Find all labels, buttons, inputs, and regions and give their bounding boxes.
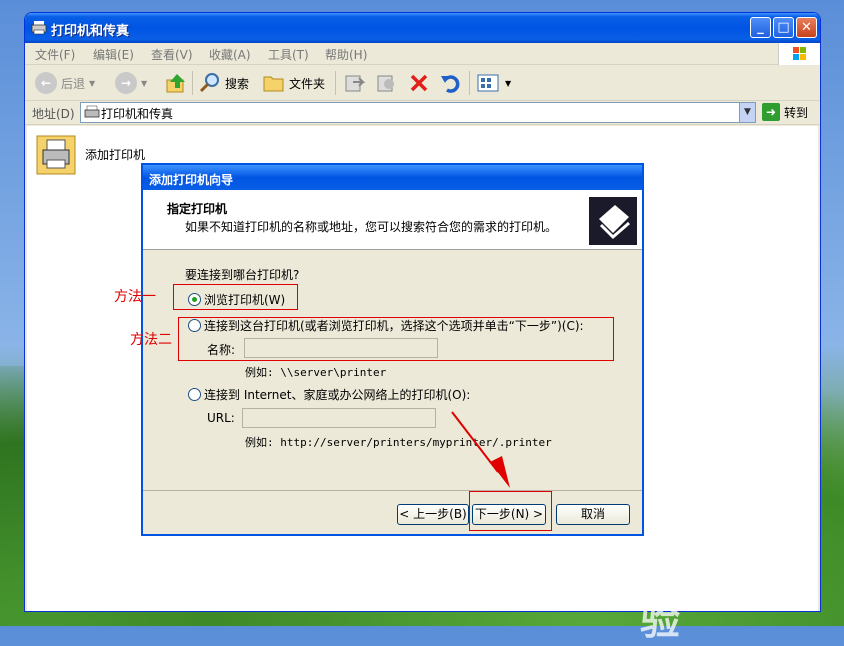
annotation-box-next	[469, 491, 552, 531]
copy-to-button[interactable]	[375, 71, 397, 95]
printer-icon	[84, 105, 100, 118]
folders-button[interactable]: 文件夹	[263, 71, 325, 95]
go-button[interactable]: ➜ 转到	[762, 103, 808, 121]
chevron-down-icon: ▼	[89, 78, 96, 88]
back-button[interactable]: ← 后退 ▼	[35, 71, 95, 95]
chevron-down-icon: ▼	[141, 78, 148, 88]
delete-icon	[410, 74, 428, 92]
up-folder-button[interactable]	[165, 71, 187, 95]
annotation-box-method2	[178, 317, 614, 361]
annotation-arrow-icon	[451, 411, 510, 488]
close-button[interactable]: ✕	[796, 17, 817, 38]
toolbar: ← 后退 ▼ → ▼ 搜索 文件夹 ▼	[25, 65, 820, 101]
window-title: 打印机和传真	[51, 24, 130, 39]
address-label: 地址(D)	[32, 107, 75, 121]
go-arrow-icon: ➜	[762, 103, 780, 121]
back-arrow-icon: ←	[35, 72, 57, 94]
search-button[interactable]: 搜索	[199, 71, 249, 95]
menu-favorites[interactable]: 收藏(A)	[209, 46, 251, 63]
add-printer-icon	[36, 135, 76, 175]
add-printer-label: 添加打印机	[85, 147, 146, 162]
printer-icon	[31, 21, 47, 35]
dialog-footer: < 上一步(B) 下一步(N) > 取消	[143, 490, 642, 534]
radio-internet-printer[interactable]	[188, 388, 201, 401]
forward-arrow-icon: →	[115, 72, 137, 94]
go-label: 转到	[784, 105, 809, 120]
back-button[interactable]: < 上一步(B)	[397, 504, 469, 525]
name-example: 例如: \\server\printer	[245, 366, 387, 379]
option-internet-printer[interactable]: 连接到 Internet、家庭或办公网络上的打印机(O):	[188, 386, 470, 403]
search-icon	[199, 73, 219, 93]
dialog-header: 指定打印机 如果不知道打印机的名称或地址，您可以搜索符合您的需求的打印机。	[143, 190, 642, 250]
cancel-button[interactable]: 取消	[556, 504, 630, 525]
toolbar-separator	[192, 71, 193, 95]
question-label: 要连接到哪台打印机?	[185, 268, 300, 282]
url-label: URL:	[207, 411, 235, 425]
undo-button[interactable]	[439, 71, 461, 95]
dialog-header-subtitle: 如果不知道打印机的名称或地址，您可以搜索符合您的需求的打印机。	[185, 220, 558, 234]
up-folder-icon	[166, 74, 185, 93]
annotation-method1: 方法一	[114, 289, 156, 305]
add-printer-item[interactable]: 添加打印机	[35, 132, 145, 176]
address-dropdown-button[interactable]: ▼	[739, 103, 755, 122]
toolbar-separator	[335, 71, 336, 95]
menu-tools[interactable]: 工具(T)	[268, 46, 309, 63]
minimize-button[interactable]: _	[750, 17, 771, 38]
copy-to-icon	[377, 75, 394, 92]
annotation-box-method1	[173, 284, 298, 310]
move-to-button[interactable]	[343, 71, 365, 95]
annotation-method2: 方法二	[130, 332, 172, 348]
undo-icon	[441, 75, 460, 93]
toolbar-separator	[469, 71, 470, 95]
menu-help[interactable]: 帮助(H)	[325, 46, 367, 63]
windows-logo-icon	[778, 43, 820, 65]
chevron-down-icon: ▼	[505, 78, 512, 88]
address-input[interactable]: 打印机和传真 ▼	[80, 102, 756, 123]
menu-edit[interactable]: 编辑(E)	[93, 46, 134, 63]
delete-button[interactable]	[408, 71, 430, 95]
dialog-title: 添加打印机向导	[143, 165, 642, 190]
watermark-url: jingyan.baidu.com	[650, 584, 761, 598]
views-icon	[477, 74, 499, 92]
folder-icon	[263, 76, 284, 92]
menu-view[interactable]: 查看(V)	[151, 46, 193, 63]
address-bar: 地址(D) 打印机和传真 ▼ ➜ 转到	[25, 101, 820, 125]
address-value: 打印机和传真	[101, 107, 174, 121]
url-field[interactable]	[242, 408, 436, 428]
menu-file[interactable]: 文件(F)	[35, 46, 75, 63]
menu-bar: 文件(F) 编辑(E) 查看(V) 收藏(A) 工具(T) 帮助(H)	[25, 43, 820, 65]
dialog-header-title: 指定打印机	[167, 202, 228, 216]
forward-button[interactable]: → ▼	[115, 71, 147, 95]
title-bar[interactable]: 打印机和传真 _ □ ✕	[25, 13, 820, 43]
maximize-button[interactable]: □	[773, 17, 794, 38]
printer-wizard-icon	[589, 197, 637, 245]
move-to-icon	[345, 75, 365, 92]
views-button[interactable]: ▼	[477, 71, 511, 95]
